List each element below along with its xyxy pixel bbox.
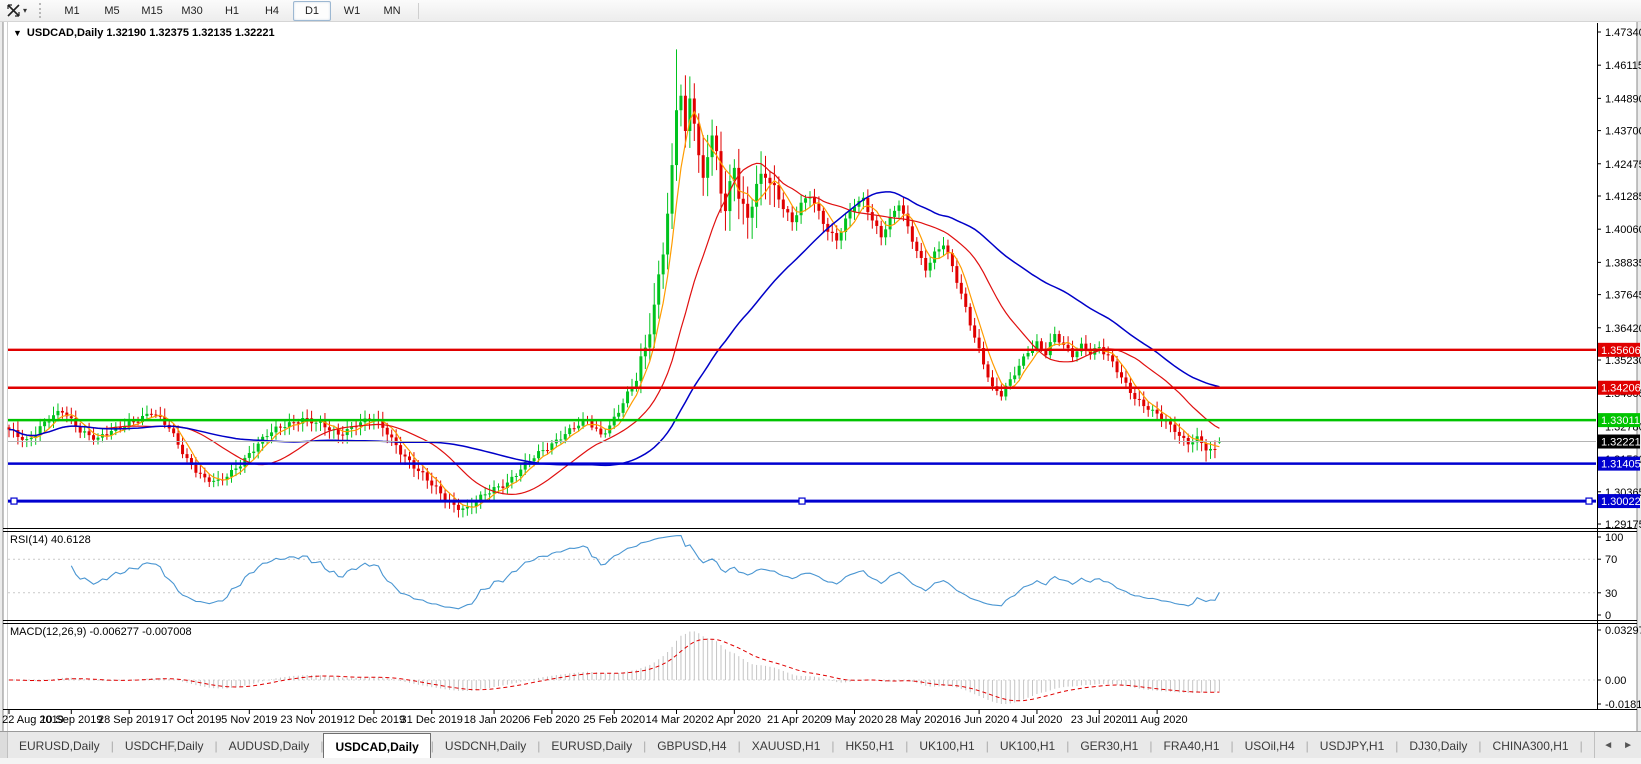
timeframe-button-MN[interactable]: MN [373,1,411,21]
macd-scale-label: 0.00 [1605,675,1626,687]
symbol-tab-USDCNH-Daily[interactable]: USDCNH,Daily [434,732,537,759]
price-axis-label: 1.41285 [1605,191,1641,203]
date-axis-label: 25 Feb 2020 [583,714,645,726]
rsi-indicator-label: RSI(14) 40.6128 [10,534,91,546]
date-axis-label: 5 Nov 2019 [221,714,277,726]
date-axis-label: 18 Jan 2020 [464,714,525,726]
status-strip [0,758,1641,764]
symbol-tab-EURUSD-Daily[interactable]: EURUSD,Daily [540,732,643,759]
hline-handle[interactable] [10,497,18,505]
svg-text:1.34206: 1.34206 [1601,383,1641,395]
price-axis-label: 1.46115 [1605,60,1641,72]
rsi-scale-label: 0 [1605,610,1611,622]
price-axis-label: 1.47340 [1605,27,1641,39]
symbol-tab-AUDUSD-Daily[interactable]: AUDUSD,Daily [218,732,321,759]
timeframe-button-H4[interactable]: H4 [253,1,291,21]
symbol-tab-USDCHF-Daily[interactable]: USDCHF,Daily [114,732,215,759]
date-axis-label: 4 Jul 2020 [1012,714,1063,726]
date-axis-label: 31 Dec 2019 [401,714,463,726]
chart-window-frame [2,21,1638,757]
date-axis-label: 14 Mar 2020 [646,714,708,726]
crosshair-move-icon [7,4,20,17]
rsi-scale-label: 70 [1605,554,1617,566]
macd-scale-label: 0.032972 [1605,625,1641,637]
date-axis-label: 28 Sep 2019 [98,714,160,726]
symbol-tab-FRA40-H1[interactable]: FRA40,H1 [1152,732,1230,759]
mt4-terminal: ▾ M1 M5 M15 M30 H1 H4 D1 W1 MN 1.47340 1.46115 1.4… [0,0,1641,764]
price-axis-label: 1.43700 [1605,126,1641,138]
timeframe-button-H1[interactable]: H1 [213,1,251,21]
timeframe-buttons: M1 M5 M15 M30 H1 H4 D1 W1 MN [52,0,412,21]
chart-symbol-label: USDCAD,Daily [26,27,104,39]
rsi-scale-label: 30 [1605,588,1617,600]
cursor-tool-button[interactable]: ▾ [2,1,31,20]
macd-indicator-label: MACD(12,26,9) -0.006277 -0.007008 [10,626,192,638]
chart-collapse-caret[interactable]: ▼ [13,28,22,38]
date-axis-label: 16 Jun 2020 [949,714,1010,726]
symbol-tab-USDJPY-H1[interactable]: USDJPY,H1 [1309,732,1395,759]
symbol-tab-XAUUSD-H1[interactable]: XAUUSD,H1 [741,732,832,759]
tab-scroll-arrows: ◄ ► [1594,732,1641,759]
symbol-tab-DJ30-Daily[interactable]: DJ30,Daily [1398,732,1478,759]
timeframe-button-M5[interactable]: M5 [93,1,131,21]
symbol-tab-GBPUSD-H4[interactable]: GBPUSD,H4 [646,732,737,759]
tab-scroll-left-arrow[interactable]: ◄ [1603,740,1613,751]
date-axis-label: 23 Jul 2020 [1071,714,1128,726]
symbol-tab-USOil-H4[interactable]: USOil,H4 [1234,732,1306,759]
date-axis-label: 28 May 2020 [885,714,949,726]
symbol-tabs: EURUSD,Daily | USDCHF,Daily | AUDUSD,Daily | U… [8,732,1594,759]
svg-text:1.35606: 1.35606 [1601,345,1641,357]
tab-bar-grip[interactable] [0,732,8,759]
svg-text:1.31405: 1.31405 [1601,459,1641,471]
timeframe-button-M30[interactable]: M30 [173,1,211,21]
date-axis-label: 21 Apr 2020 [767,714,826,726]
price-axis-label: 1.29175 [1605,519,1641,531]
timeframe-button-M15[interactable]: M15 [133,1,171,21]
price-axis-label: 1.44890 [1605,93,1641,105]
symbol-tab-CHINA300-H1[interactable]: CHINA300,H1 [1482,732,1580,759]
symbol-tab-USDCAD-Daily[interactable]: USDCAD,Daily [323,733,431,759]
hline-handle[interactable] [798,497,806,505]
symbol-tab-EURUSD-Daily[interactable]: EURUSD,Daily [8,732,111,759]
rsi-scale-label: 100 [1605,532,1623,544]
symbol-tab-bar: EURUSD,Daily | USDCHF,Daily | AUDUSD,Daily | U… [0,731,1641,759]
toolbar-separator [418,2,420,19]
symbol-tab-USOil-H1[interactable]: USOil,H1 [1583,732,1595,759]
macd-scale-label: -0.018154 [1605,699,1641,711]
date-axis-label: 9 May 2020 [826,714,883,726]
date-axis-label: 2 Apr 2020 [708,714,761,726]
chart-ohlc-values: 1.32190 1.32375 1.32135 1.32221 [106,27,275,39]
chart-canvas[interactable]: 1.47340 1.46115 1.44890 1.43700 1.42475 1.412… [0,0,1641,764]
hline-handle[interactable] [1585,497,1593,505]
price-axis-label: 1.38835 [1605,257,1641,269]
symbol-tab-UK100-H1[interactable]: UK100,H1 [989,732,1066,759]
symbol-tab-HK50-H1[interactable]: HK50,H1 [835,732,906,759]
date-axis-label: 12 Dec 2019 [343,714,405,726]
price-axis-label: 1.42475 [1605,159,1641,171]
price-axis-label: 1.36420 [1605,323,1641,335]
timeframe-button-M1[interactable]: M1 [53,1,91,21]
timeframe-button-D1[interactable]: D1 [293,0,332,21]
price-axis-label: 1.37645 [1605,290,1641,302]
tool-dropdown-caret[interactable]: ▾ [23,6,27,15]
symbol-tab-GER30-H1[interactable]: GER30,H1 [1069,732,1149,759]
toolbar-grip[interactable] [39,3,46,18]
date-axis-label: 10 Sep 2019 [40,714,102,726]
date-axis-label: 17 Oct 2019 [161,714,221,726]
timeframe-toolbar: ▾ M1 M5 M15 M30 H1 H4 D1 W1 MN [0,0,1641,22]
tab-scroll-right-arrow[interactable]: ► [1623,740,1633,751]
chart-title: ▼ USDCAD,Daily 1.32190 1.32375 1.32135 1.… [13,27,275,39]
symbol-tab-UK100-H1[interactable]: UK100,H1 [908,732,985,759]
svg-text:1.32221: 1.32221 [1601,437,1641,449]
price-axis-label: 1.40060 [1605,224,1641,236]
date-axis-label: 23 Nov 2019 [280,714,342,726]
svg-text:1.33011: 1.33011 [1601,415,1640,427]
svg-text:1.30022: 1.30022 [1601,496,1641,508]
date-axis-label: 11 Aug 2020 [1127,714,1188,726]
date-axis-label: 6 Feb 2020 [524,714,580,726]
timeframe-button-W1[interactable]: W1 [333,1,371,21]
